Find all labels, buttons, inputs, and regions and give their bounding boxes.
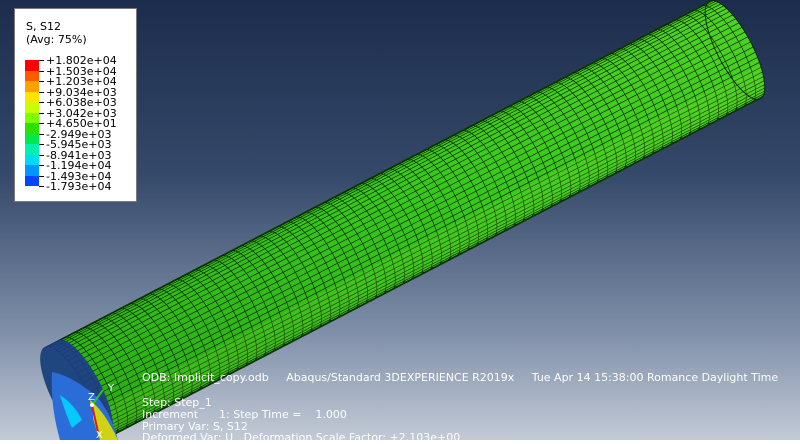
- legend-tick: [39, 133, 44, 135]
- legend-tick: [39, 112, 44, 114]
- legend-swatch: [25, 91, 39, 102]
- legend-tick: [39, 81, 44, 82]
- contour-legend: S, S12 (Avg: 75%) +1.802e+04 +1.503e+04 +1…: [14, 8, 137, 202]
- legend-tick: [39, 102, 44, 103]
- legend-title: S, S12: [26, 20, 61, 33]
- odb-info: ODB: Implicit_copy.odb Abaqus/Standard 3…: [142, 371, 779, 384]
- triad-z-label: Z: [88, 392, 95, 403]
- legend-swatch: [25, 123, 39, 134]
- legend-tick: [39, 123, 44, 124]
- legend-tick: [39, 144, 44, 145]
- triad-y-label: Y: [108, 383, 115, 394]
- legend-tick: [39, 175, 44, 177]
- legend-swatch: [25, 112, 39, 123]
- legend-tick: [39, 91, 44, 93]
- legend-swatch: [25, 60, 39, 71]
- legend-swatch: [25, 165, 39, 176]
- legend-tick: [39, 165, 44, 166]
- legend-swatch: [25, 175, 39, 186]
- legend-tick: [39, 60, 44, 61]
- legend-swatch: [25, 133, 39, 144]
- triad-x-label: X: [96, 430, 103, 441]
- legend-value-label: -1.793e+04: [46, 180, 112, 193]
- legend-tick: [39, 154, 44, 156]
- legend-tick: [39, 186, 44, 187]
- legend-subtitle: (Avg: 75%): [26, 33, 87, 46]
- legend-swatch: [25, 144, 39, 155]
- legend-swatch: [25, 70, 39, 81]
- legend-swatch: [25, 102, 39, 113]
- model-viewport[interactable]: S, S12 (Avg: 75%) +1.802e+04 +1.503e+04 +1…: [0, 0, 800, 444]
- legend-swatch: [25, 81, 39, 92]
- legend-swatch: [25, 154, 39, 165]
- deformed-var-info: Deformed Var: U Deformation Scale Factor…: [142, 431, 461, 444]
- legend-tick: [39, 70, 44, 72]
